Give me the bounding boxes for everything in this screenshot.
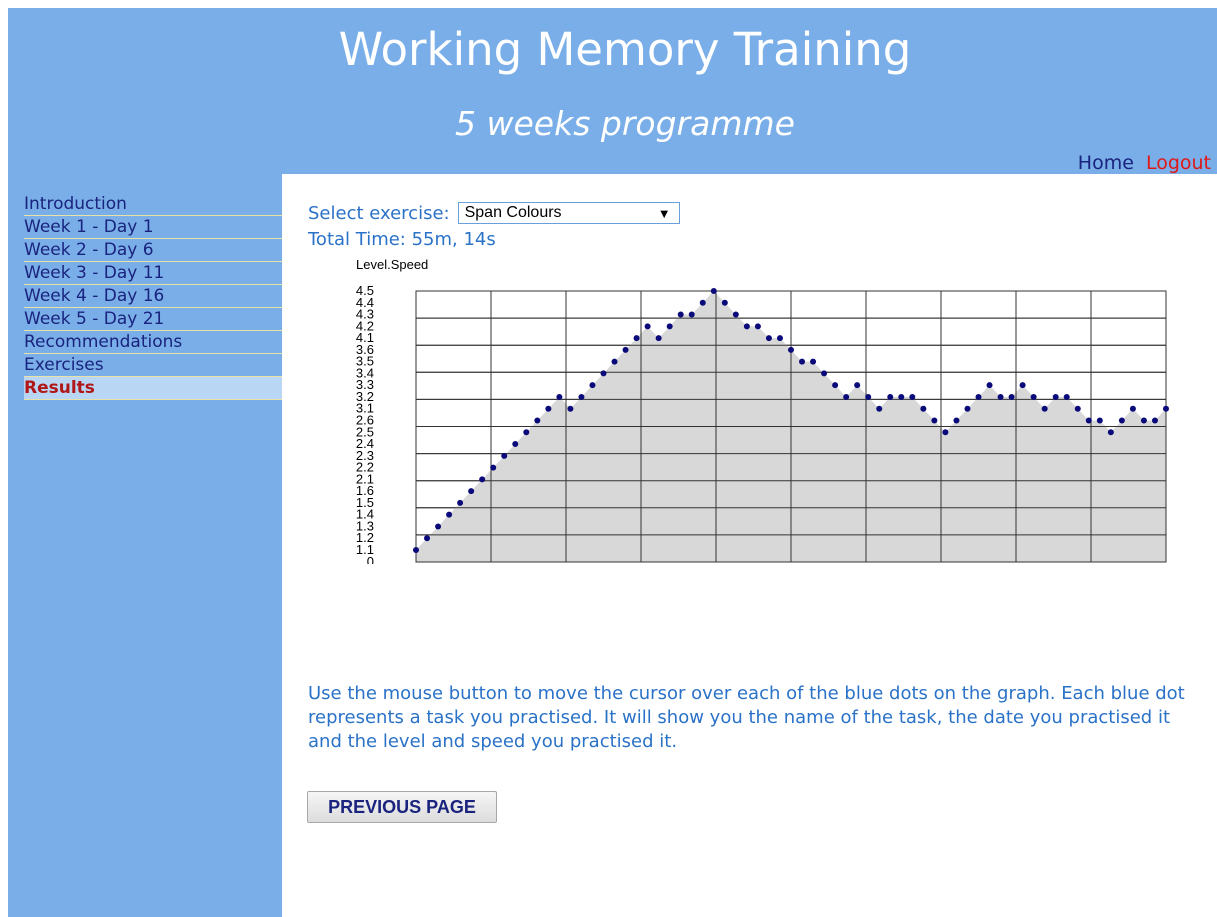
chart-data-point[interactable] xyxy=(898,393,905,400)
chart-data-point[interactable] xyxy=(567,405,574,412)
chart-data-point[interactable] xyxy=(942,429,949,436)
chart-data-point[interactable] xyxy=(953,417,960,424)
sidebar-item-week-5[interactable]: Week 5 - Day 21 xyxy=(24,308,282,331)
chart-data-point[interactable] xyxy=(435,523,442,530)
sidebar-nav: Introduction Week 1 - Day 1 Week 2 - Day… xyxy=(24,193,282,400)
chart-data-point[interactable] xyxy=(876,405,883,412)
chart-data-point[interactable] xyxy=(1063,393,1070,400)
chart-y-tick-label: 4.5 xyxy=(356,283,374,298)
chart-data-point[interactable] xyxy=(611,358,618,365)
chart-data-point[interactable] xyxy=(655,335,662,342)
sidebar-item-week-1[interactable]: Week 1 - Day 1 xyxy=(24,216,282,239)
chart-data-point[interactable] xyxy=(622,346,629,353)
sidebar-item-introduction[interactable]: Introduction xyxy=(24,193,282,216)
chart-data-point[interactable] xyxy=(710,288,717,294)
chart-data-point[interactable] xyxy=(644,323,651,330)
chart-data-point[interactable] xyxy=(688,311,695,318)
exercise-select-row: Select exercise: Span Colours ▼ xyxy=(308,202,680,224)
chart-data-point[interactable] xyxy=(666,323,673,330)
exercise-select-value: Span Colours xyxy=(464,204,562,221)
chart-data-point[interactable] xyxy=(810,358,817,365)
chart-data-point[interactable] xyxy=(589,382,596,389)
chart-data-point[interactable] xyxy=(446,511,453,518)
chart-data-point[interactable] xyxy=(865,393,872,400)
chart-data-point[interactable] xyxy=(821,370,828,377)
chart-y-tick-labels: 01.11.21.31.41.51.62.12.22.32.42.52.63.1… xyxy=(356,283,374,564)
chart-data-point[interactable] xyxy=(1041,405,1048,412)
sidebar-item-week-2[interactable]: Week 2 - Day 6 xyxy=(24,239,282,262)
exercise-select[interactable]: Span Colours ▼ xyxy=(457,202,680,224)
chart-data-point[interactable] xyxy=(512,441,519,448)
chart-data-point[interactable] xyxy=(788,346,794,353)
select-exercise-label: Select exercise: xyxy=(308,202,450,224)
chart-data-point[interactable] xyxy=(1129,405,1136,412)
sidebar-item-week-4[interactable]: Week 4 - Day 16 xyxy=(24,285,282,308)
chart-data-point[interactable] xyxy=(490,464,497,471)
chart-data-point[interactable] xyxy=(854,382,861,389)
chart-data-point[interactable] xyxy=(479,476,486,483)
page-subtitle: 5 weeks programme xyxy=(455,104,795,143)
chart-data-point[interactable] xyxy=(732,311,739,318)
chart-data-point[interactable] xyxy=(997,393,1004,400)
chart-data-point[interactable] xyxy=(600,370,607,377)
sidebar-item-exercises[interactable]: Exercises xyxy=(24,354,282,377)
chart-data-point[interactable] xyxy=(424,535,431,542)
chart-data-point[interactable] xyxy=(1008,393,1015,400)
chart-data-point[interactable] xyxy=(920,405,927,412)
chart-data-point[interactable] xyxy=(1118,417,1125,424)
chart-data-point[interactable] xyxy=(1096,417,1103,424)
chart-data-point[interactable] xyxy=(765,335,772,342)
top-nav: Home Logout xyxy=(1072,151,1211,175)
chart-data-point[interactable] xyxy=(909,393,916,400)
chart-data-point[interactable] xyxy=(556,393,563,400)
chart-y-axis-label: Level.Speed xyxy=(356,257,428,272)
chart-data-point[interactable] xyxy=(534,417,541,424)
chart-data-point[interactable] xyxy=(1151,417,1158,424)
chart-data-point[interactable] xyxy=(887,393,894,400)
home-link[interactable]: Home xyxy=(1078,152,1134,174)
results-chart: 01.11.21.31.41.51.62.12.22.32.42.52.63.1… xyxy=(356,257,1169,564)
chart-data-point[interactable] xyxy=(1074,405,1081,412)
chart-data-point[interactable] xyxy=(413,547,419,553)
chart-data-point[interactable] xyxy=(501,452,508,459)
logout-link[interactable]: Logout xyxy=(1146,152,1211,174)
instructions-text: Use the mouse button to move the cursor … xyxy=(308,683,1185,752)
chart-data-point[interactable] xyxy=(633,335,640,342)
sidebar-item-recommendations[interactable]: Recommendations xyxy=(24,331,282,354)
chart-data-point[interactable] xyxy=(1140,417,1147,424)
chart-data-point[interactable] xyxy=(1052,393,1059,400)
chart-data-point[interactable] xyxy=(931,417,938,424)
chart-data-point[interactable] xyxy=(832,382,839,389)
sidebar-item-week-3[interactable]: Week 3 - Day 11 xyxy=(24,262,282,285)
chart-data-point[interactable] xyxy=(457,499,464,506)
chart-data-point[interactable] xyxy=(1163,405,1169,412)
chart-data-point[interactable] xyxy=(843,393,850,400)
header: Working Memory Training 5 weeks programm… xyxy=(8,8,1217,174)
sidebar: Introduction Week 1 - Day 1 Week 2 - Day… xyxy=(8,174,282,917)
chart-data-point[interactable] xyxy=(754,323,761,330)
chart-data-point[interactable] xyxy=(776,335,783,342)
total-time: Total Time: 55m, 14s xyxy=(308,229,496,250)
previous-page-button[interactable]: PREVIOUS PAGE xyxy=(307,791,497,823)
chart-data-point[interactable] xyxy=(545,405,552,412)
dropdown-arrow-icon: ▼ xyxy=(657,205,671,221)
chart-data-point[interactable] xyxy=(1107,429,1114,436)
chart-data-point[interactable] xyxy=(986,382,993,389)
sidebar-item-results[interactable]: Results xyxy=(24,377,282,400)
chart-data-point[interactable] xyxy=(523,429,530,436)
chart-data-point[interactable] xyxy=(1030,393,1037,400)
chart-data-point[interactable] xyxy=(975,393,982,400)
chart-data-point[interactable] xyxy=(743,323,750,330)
chart-data-point[interactable] xyxy=(799,358,806,365)
chart-data-point[interactable] xyxy=(964,405,971,412)
chart-data-point[interactable] xyxy=(468,488,475,495)
chart-data-point[interactable] xyxy=(1019,382,1026,389)
chart-data-point[interactable] xyxy=(1085,417,1092,424)
chart-data-point[interactable] xyxy=(721,299,728,306)
chart-data-point[interactable] xyxy=(699,299,706,306)
chart-data-point[interactable] xyxy=(677,311,684,318)
chart-data-point[interactable] xyxy=(578,393,585,400)
main-content: Select exercise: Span Colours ▼ Total Ti… xyxy=(282,174,1217,917)
page-title: Working Memory Training xyxy=(338,23,912,76)
